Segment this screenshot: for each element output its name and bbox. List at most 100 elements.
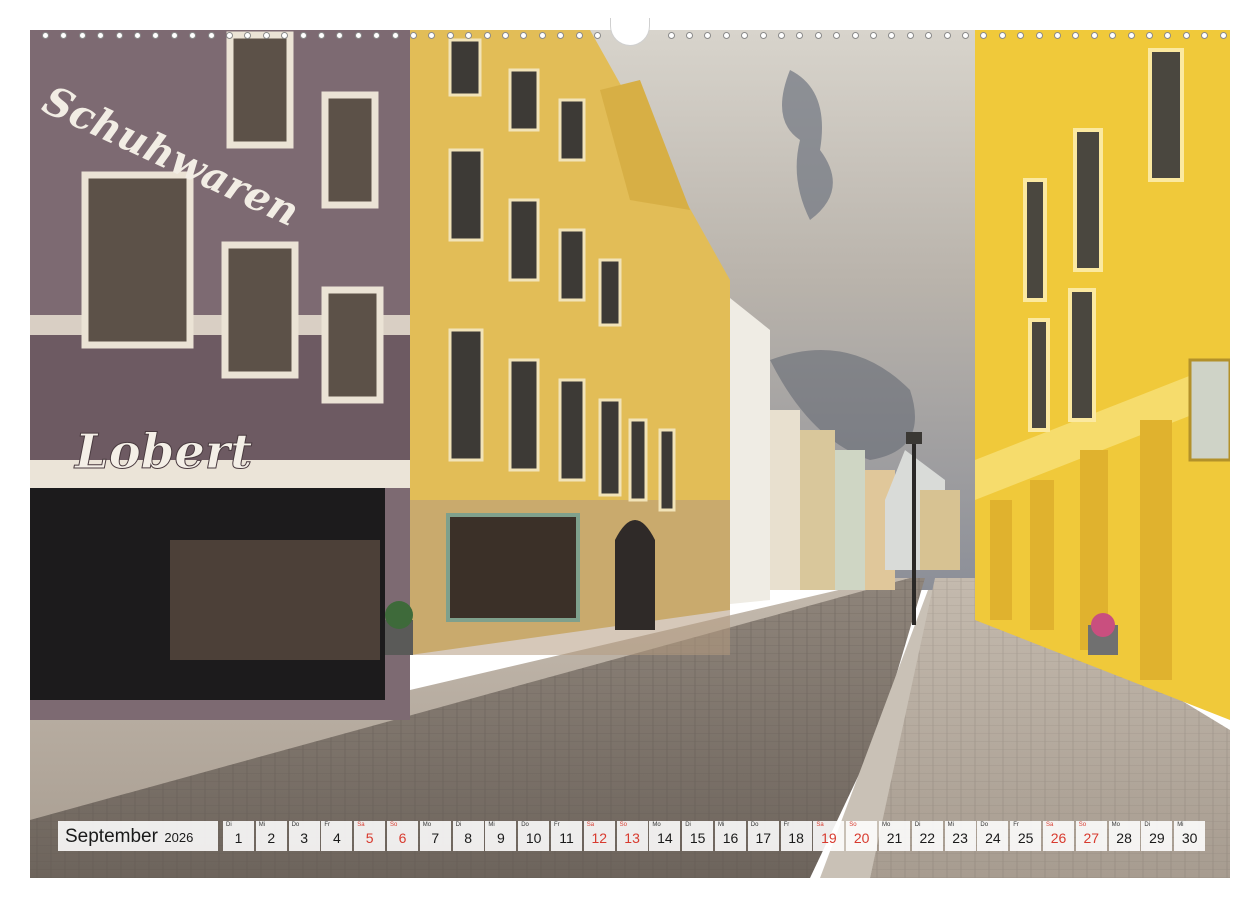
day-number: 21 [886, 830, 903, 846]
day-cell: So 13 [616, 821, 648, 851]
day-abbreviation: Mi [488, 822, 495, 828]
day-cell: Mi 9 [485, 821, 517, 851]
calendar-strip: September 2026 Di 1 Mi 2 Do 3 Fr 4 Sa 5 So 6 Mo 7 Di 8 M… [58, 821, 1206, 851]
binding-hole [410, 32, 417, 39]
binding-hole [373, 32, 381, 39]
binding-hole [888, 32, 896, 39]
day-number: 14 [657, 830, 673, 846]
day-cell: Do 10 [518, 821, 550, 851]
binding-hole [244, 32, 252, 39]
day-abbreviation: Mi [1177, 822, 1184, 828]
year-label: 2026 [164, 830, 194, 845]
day-cell: Di 29 [1141, 821, 1173, 851]
day-number: 4 [332, 830, 341, 846]
binding-hole [78, 32, 86, 39]
day-cell: Do 17 [747, 821, 779, 851]
far-building [920, 490, 960, 570]
shop-window [448, 515, 578, 620]
binding-hole [778, 32, 785, 39]
day-abbreviation: Mo [882, 822, 891, 828]
binding-hole [1109, 32, 1117, 39]
day-abbreviation: Mo [652, 822, 661, 828]
day-number: 5 [365, 830, 374, 846]
day-abbreviation: Sa [357, 822, 365, 828]
day-abbreviation: Mo [1111, 822, 1120, 828]
day-abbreviation: So [849, 822, 857, 828]
day-abbreviation: Do [750, 822, 759, 828]
day-cell: So 27 [1075, 821, 1107, 851]
day-number: 30 [1181, 830, 1198, 846]
binding-hole [741, 32, 749, 39]
day-abbreviation: So [1078, 822, 1087, 828]
day-cell: Sa 5 [354, 821, 386, 851]
day-number: 3 [300, 830, 308, 846]
day-number: 29 [1149, 830, 1165, 846]
binding-hole [722, 32, 730, 39]
day-cell: So 6 [387, 821, 418, 851]
storefront-display [170, 540, 380, 660]
binding-hole [925, 32, 933, 39]
day-number: 25 [1017, 830, 1034, 846]
binding-hole [1146, 32, 1153, 39]
binding-hole [115, 32, 123, 39]
day-abbreviation: Fr [1013, 822, 1019, 828]
day-number: 8 [464, 830, 472, 846]
binding-hole [1201, 32, 1209, 39]
day-cell: Sa 12 [583, 821, 615, 851]
day-abbreviation: Di [455, 822, 462, 828]
binding-hole [428, 32, 436, 39]
day-cell: Fr 25 [1010, 821, 1042, 851]
day-number: 11 [559, 830, 574, 846]
binding-hole [97, 32, 105, 39]
day-cell: Di 22 [911, 821, 943, 851]
day-number: 15 [689, 830, 706, 846]
binding-hole [207, 32, 215, 39]
binding-hole [60, 32, 68, 39]
binding-hole [594, 32, 601, 39]
binding-hole [962, 32, 969, 39]
binding-hole [667, 32, 675, 39]
binding-hole [870, 32, 877, 39]
day-number: 24 [985, 830, 1001, 846]
baroque-doorway [615, 520, 655, 630]
day-number: 2 [267, 830, 276, 846]
binding-hole [465, 32, 473, 39]
binding-hole [1090, 32, 1098, 39]
binding-hole [1035, 32, 1043, 39]
binding-hole [906, 32, 914, 39]
binding-hole [483, 32, 491, 39]
day-number: 18 [788, 830, 804, 846]
binding-hole [704, 32, 712, 39]
binding-hole [1072, 32, 1080, 39]
day-number: 28 [1116, 830, 1132, 846]
day-cell: Mo 28 [1108, 821, 1140, 851]
binding-hole [833, 32, 841, 39]
day-cell: Di 8 [452, 821, 484, 851]
day-abbreviation: Do [980, 822, 989, 828]
binding-hole [1164, 32, 1172, 39]
binding-hole [980, 32, 988, 39]
day-abbreviation: Mi [258, 822, 266, 828]
day-cell: Mo 21 [879, 821, 910, 851]
day-abbreviation: Mo [422, 822, 432, 828]
day-number: 1 [234, 830, 243, 846]
binding-hole [262, 32, 270, 39]
day-cell: Mi 30 [1174, 821, 1206, 851]
binding-hole [520, 32, 528, 39]
day-abbreviation: So [619, 822, 627, 828]
binding-hole [299, 32, 307, 39]
binding-hole [686, 32, 693, 39]
binding-hole [1182, 32, 1190, 39]
binding-hole [189, 32, 197, 39]
month-label: September 2026 [58, 821, 218, 851]
day-number: 12 [591, 830, 608, 846]
day-number: 23 [952, 830, 968, 846]
binding-hole [998, 32, 1006, 39]
binding-hole [1054, 32, 1061, 39]
day-abbreviation: Sa [1046, 822, 1054, 828]
day-abbreviation: Fr [554, 822, 560, 828]
street-lamp-head [906, 432, 922, 444]
day-number: 27 [1083, 830, 1100, 846]
binding-hole [226, 32, 233, 39]
day-cell: Fr 18 [780, 821, 812, 851]
